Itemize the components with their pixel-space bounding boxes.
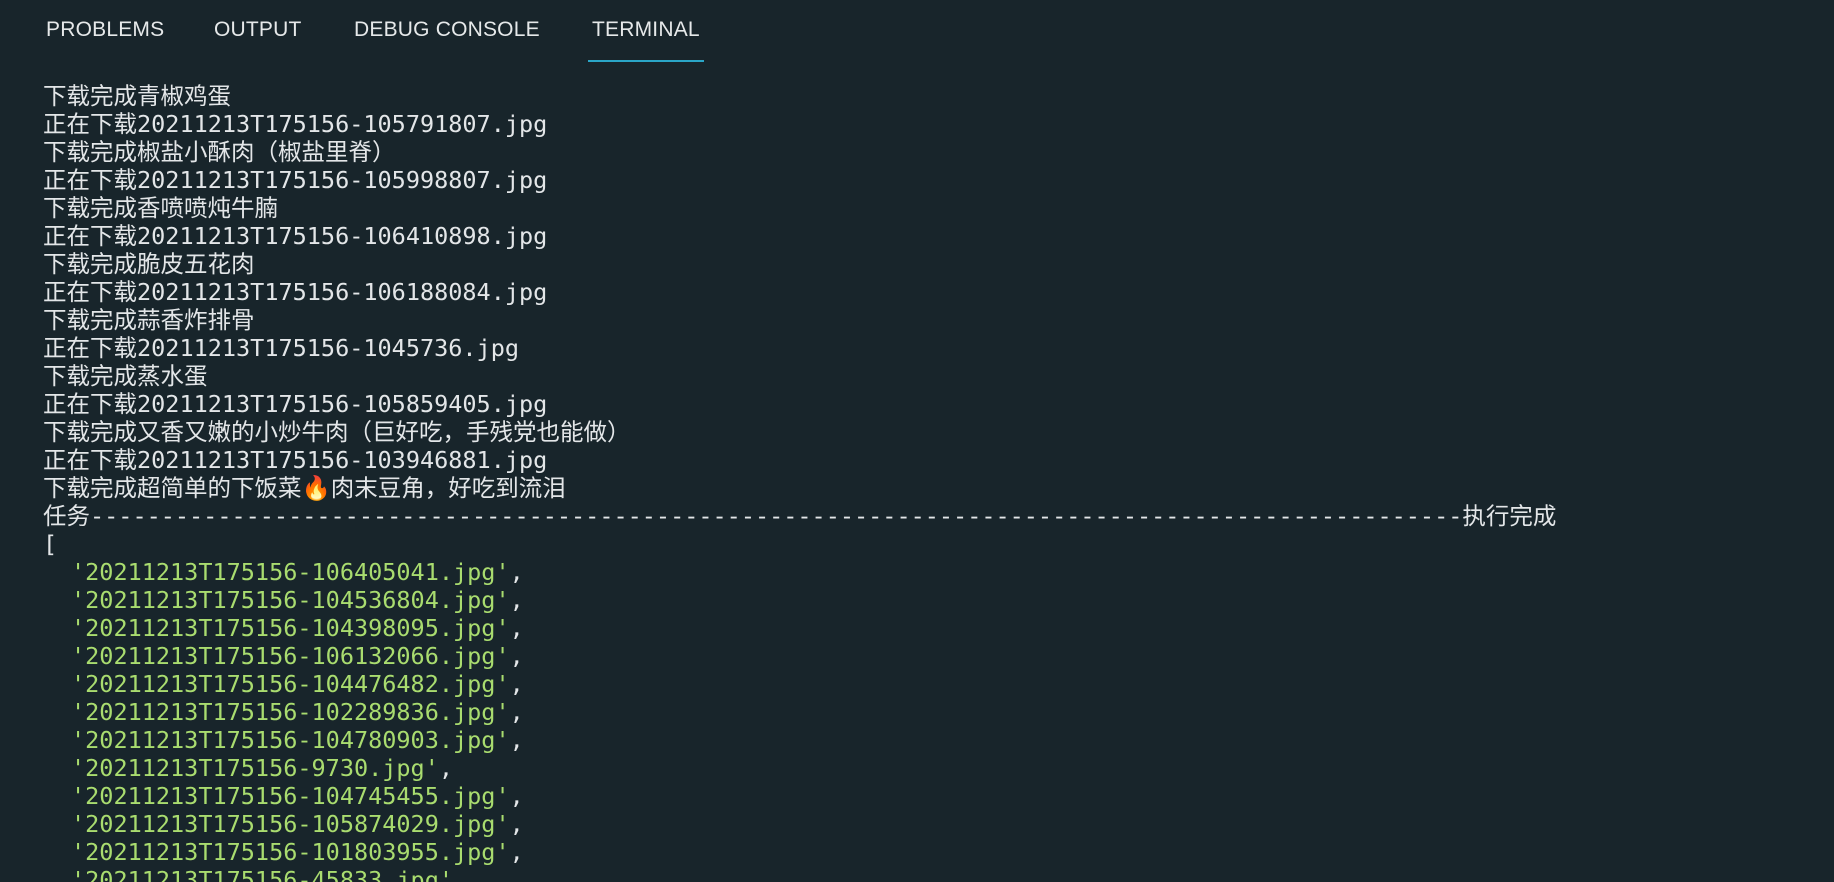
array-item-line: '20211213T175156-104780903.jpg', <box>43 726 1803 754</box>
comma: , <box>509 558 524 586</box>
filename-string: '20211213T175156-45833.jpg' <box>71 866 454 882</box>
array-item-line: '20211213T175156-102289836.jpg', <box>43 698 1803 726</box>
array-open-bracket: [ <box>43 530 58 558</box>
terminal-log-line: 下载完成椒盐小酥肉（椒盐里脊） <box>43 138 396 166</box>
log-lines: 下载完成青椒鸡蛋 正在下载20211213T175156-105791807.jp… <box>43 82 1803 530</box>
panel-tab-bar: PROBLEMS OUTPUT DEBUG CONSOLE TERMINAL <box>0 0 1834 62</box>
terminal-panel: PROBLEMS OUTPUT DEBUG CONSOLE TERMINAL 下… <box>0 0 1834 882</box>
filename-string: '20211213T175156-105874029.jpg' <box>71 810 510 838</box>
terminal-scrollbar[interactable] <box>1828 62 1834 882</box>
filename-string: '20211213T175156-9730.jpg' <box>71 754 439 782</box>
comma: , <box>509 726 524 754</box>
array-item-line: '20211213T175156-45833.jpg', <box>43 866 1803 882</box>
terminal-log-line: 正在下载20211213T175156-103946881.jpg <box>43 446 548 474</box>
comma: , <box>438 754 454 782</box>
tab-terminal[interactable]: TERMINAL <box>588 0 704 62</box>
tab-output[interactable]: OUTPUT <box>214 0 302 62</box>
filename-string: '20211213T175156-106405041.jpg' <box>71 558 510 586</box>
array-item-line: '20211213T175156-106132066.jpg', <box>43 642 1803 670</box>
array-item-line: '20211213T175156-106405041.jpg', <box>43 558 1803 586</box>
filename-string: '20211213T175156-104536804.jpg' <box>71 586 510 614</box>
filename-string: '20211213T175156-104398095.jpg' <box>71 614 510 642</box>
terminal-log-line: 下载完成又香又嫩的小炒牛肉（巨好吃，手残党也能做） <box>43 418 631 446</box>
terminal-log-line: 正在下载20211213T175156-105859405.jpg <box>43 390 548 418</box>
filename-string: '20211213T175156-101803955.jpg' <box>71 838 510 866</box>
comma: , <box>509 698 524 726</box>
array-items: '20211213T175156-106405041.jpg', '2021121… <box>43 558 1803 882</box>
comma: , <box>509 838 524 866</box>
terminal-log-line: 下载完成蒜香炸排骨 <box>43 306 255 334</box>
array-item-line: '20211213T175156-104745455.jpg', <box>43 782 1803 810</box>
filename-string: '20211213T175156-104476482.jpg' <box>71 670 510 698</box>
terminal-output[interactable]: 下载完成青椒鸡蛋 正在下载20211213T175156-105791807.jp… <box>43 82 1803 882</box>
terminal-log-line: 下载完成脆皮五花肉 <box>43 250 255 278</box>
comma: , <box>509 642 524 670</box>
terminal-log-line: 正在下载20211213T175156-105998807.jpg <box>43 166 548 194</box>
tab-problems[interactable]: PROBLEMS <box>46 0 164 62</box>
terminal-log-line: 下载完成蒸水蛋 <box>43 362 208 390</box>
comma: , <box>509 782 524 810</box>
array-item-line: '20211213T175156-104476482.jpg', <box>43 670 1803 698</box>
array-item-line: '20211213T175156-101803955.jpg', <box>43 838 1803 866</box>
terminal-log-line: 下载完成超简单的下饭菜🔥肉末豆角，好吃到流泪 <box>43 474 566 502</box>
terminal-log-line: 正在下载20211213T175156-106188084.jpg <box>43 278 548 306</box>
comma: , <box>509 810 524 838</box>
tab-debug-console[interactable]: DEBUG CONSOLE <box>354 0 540 62</box>
filename-string: '20211213T175156-102289836.jpg' <box>71 698 510 726</box>
terminal-log-line: 下载完成青椒鸡蛋 <box>43 82 231 110</box>
comma: , <box>509 614 524 642</box>
terminal-log-line: 正在下载20211213T175156-105791807.jpg <box>43 110 548 138</box>
terminal-log-line: 正在下载20211213T175156-1045736.jpg <box>43 334 520 362</box>
array-item-line: '20211213T175156-104536804.jpg', <box>43 586 1803 614</box>
comma: , <box>453 866 468 882</box>
comma: , <box>509 586 524 614</box>
filename-string: '20211213T175156-104780903.jpg' <box>71 726 510 754</box>
terminal-log-line: 下载完成香喷喷炖牛腩 <box>43 194 278 222</box>
terminal-log-line: 正在下载20211213T175156-106410898.jpg <box>43 222 548 250</box>
comma: , <box>509 670 524 698</box>
array-item-line: '20211213T175156-104398095.jpg', <box>43 614 1803 642</box>
filename-string: '20211213T175156-106132066.jpg' <box>71 642 510 670</box>
terminal-log-line: 任务--------------------------------------… <box>43 502 1557 530</box>
array-item-line: '20211213T175156-105874029.jpg', <box>43 810 1803 838</box>
array-item-line: '20211213T175156-9730.jpg', <box>43 754 1803 782</box>
filename-string: '20211213T175156-104745455.jpg' <box>71 782 510 810</box>
